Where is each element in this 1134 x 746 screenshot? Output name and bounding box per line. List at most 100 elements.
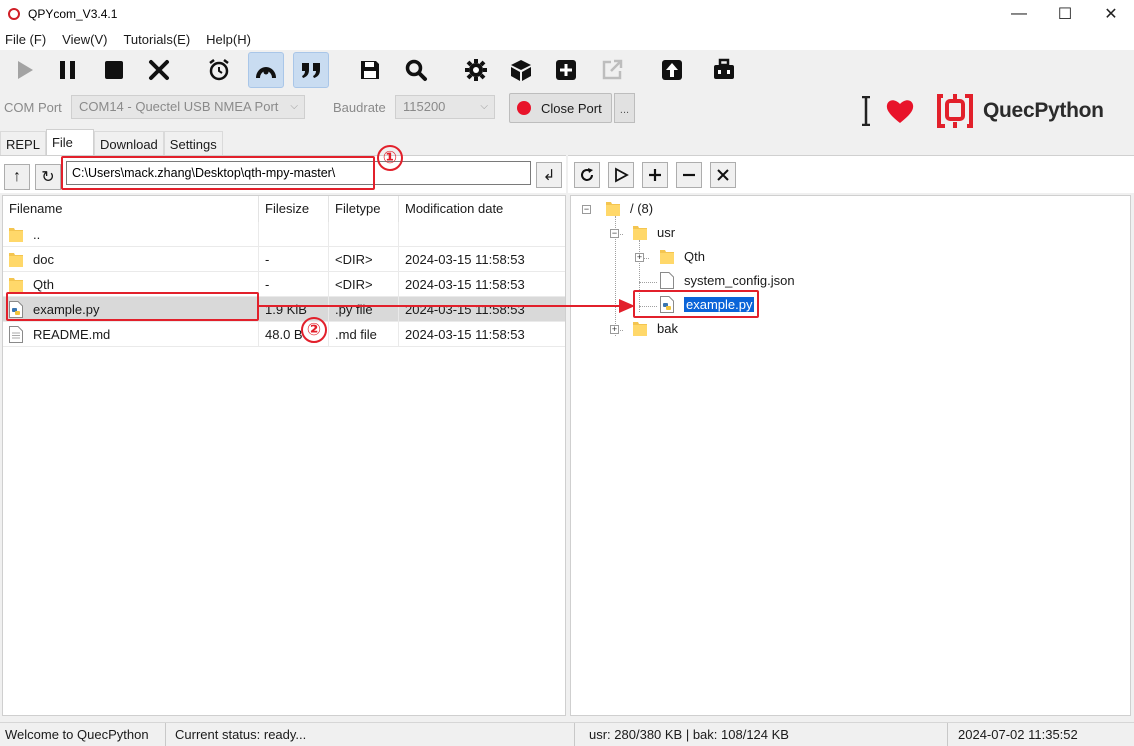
alarm-clock-icon[interactable] [201,52,237,88]
close-port-button[interactable]: Close Port [509,93,612,123]
com-port-label: COM Port [4,100,62,115]
quecpython-logo-icon [937,94,973,128]
arc-icon[interactable] [248,52,284,88]
tab-repl[interactable]: REPL [0,131,46,155]
toolbox-icon[interactable] [706,52,742,88]
file-date: 2024-03-15 11:58:53 [405,252,525,267]
close-icon[interactable]: ✕ [1088,0,1134,28]
tree-node-label: / (8) [630,201,654,216]
menu-file[interactable]: File (F) [0,32,53,47]
file-date: 2024-03-15 11:58:53 [405,277,525,292]
expand-icon[interactable]: + [610,325,619,334]
cube-icon[interactable] [503,52,539,88]
collapse-icon[interactable]: − [582,205,591,214]
tab-file[interactable]: File [45,129,94,156]
tree-node-usr[interactable]: usr [633,222,675,244]
tab-download[interactable]: Download [93,131,164,155]
col-filesize[interactable]: Filesize [259,196,329,222]
window-controls: — ☐ ✕ [996,0,1134,28]
close-port-label: Close Port [541,100,602,116]
app-icon [8,8,20,20]
folder-icon [633,226,647,240]
menu-view[interactable]: View(V) [57,32,114,47]
expand-icon[interactable]: + [635,253,644,262]
record-dot-icon [517,101,531,115]
file-date: 2024-03-15 11:58:53 [405,327,525,342]
file-icon [9,326,23,343]
tree-node-label: bak [657,321,678,336]
tab-settings[interactable]: Settings [163,131,223,155]
window-title: QPYcom_V3.4.1 [28,7,118,21]
menu-tutorials[interactable]: Tutorials(E) [118,32,197,47]
search-icon[interactable] [398,52,434,88]
tree-node-label: usr [657,225,676,240]
folder-icon [606,202,620,216]
menu-bar: File (F) View(V) Tutorials(E) Help(H) [0,28,1134,50]
plus-box-icon[interactable] [548,52,584,88]
annotation-box-device-file [633,290,759,318]
tree-node-bak[interactable]: bak [633,318,678,340]
col-filetype[interactable]: Filetype [329,196,399,222]
file-type: <DIR> [329,247,399,272]
table-row[interactable]: doc - <DIR> 2024-03-15 11:58:53 [3,247,565,272]
quote-icon[interactable] [293,52,329,88]
drag-arrow-icon [259,299,635,313]
delete-button[interactable] [676,162,702,188]
refresh-button[interactable]: ↻ [35,164,61,190]
chevron-down-icon: ⌵ [480,101,488,112]
chevron-down-icon: ⌵ [290,101,298,112]
close-x-icon[interactable] [141,52,177,88]
tree-guide [639,282,657,283]
folder-icon [9,278,23,292]
folder-icon [9,253,23,267]
tab-bar: REPL File Download Settings [0,129,223,156]
file-name: Qth [33,277,54,292]
heart-icon[interactable] [885,97,915,125]
device-refresh-button[interactable] [574,162,600,188]
text-cursor-icon [862,96,870,126]
pause-icon[interactable] [50,52,86,88]
menu-help[interactable]: Help(H) [201,32,258,47]
up-directory-button[interactable]: ↑ [4,164,30,190]
table-row[interactable]: README.md 48.0 B .md file 2024-03-15 11:… [3,322,565,347]
status-storage: usr: 280/380 KB | bak: 108/124 KB [584,723,948,746]
file-size [259,222,329,247]
table-row[interactable]: .. [3,222,565,247]
tree-node-qth[interactable]: Qth [660,246,705,268]
com-port-select[interactable]: COM14 - Quectel USB NMEA Port ⌵ [71,95,305,119]
external-link-icon[interactable] [594,52,630,88]
collapse-icon[interactable]: − [610,229,619,238]
baudrate-select[interactable]: 115200 ⌵ [395,95,495,119]
more-options-button[interactable]: ... [614,93,635,123]
file-type: <DIR> [329,272,399,297]
tree-node-system-config[interactable]: system_config.json [660,270,795,292]
col-modification-date[interactable]: Modification date [399,196,565,222]
new-folder-button[interactable] [642,162,668,188]
baudrate-value: 115200 [403,99,446,114]
folder-icon [633,322,647,336]
run-script-button[interactable] [608,162,634,188]
save-disk-icon[interactable] [352,52,388,88]
upload-arrow-icon[interactable] [654,52,690,88]
file-size: - [259,247,329,272]
col-filename[interactable]: Filename [3,196,259,222]
tree-node-root[interactable]: / (8) [606,198,653,220]
maximize-icon[interactable]: ☐ [1042,0,1088,28]
folder-icon [9,228,23,242]
stop-icon[interactable] [96,52,132,88]
file-date [399,222,565,247]
gear-icon[interactable] [458,52,494,88]
logo-text: QuecPython [983,99,1104,122]
play-icon[interactable] [6,52,42,88]
tree-node-label: system_config.json [684,273,795,288]
minimize-icon[interactable]: — [996,0,1042,28]
annotation-step-1: ① [377,145,403,171]
title-bar: QPYcom_V3.4.1 — ☐ ✕ [0,0,1134,28]
close-x-button[interactable] [710,162,736,188]
status-datetime: 2024-07-02 11:35:52 [958,727,1078,742]
baudrate-label: Baudrate [333,100,386,115]
enter-path-button[interactable]: ↲ [536,162,562,188]
file-type: .md file [329,322,399,347]
tree-node-label: Qth [684,249,705,264]
quecpython-logo: QuecPython [935,92,1104,130]
